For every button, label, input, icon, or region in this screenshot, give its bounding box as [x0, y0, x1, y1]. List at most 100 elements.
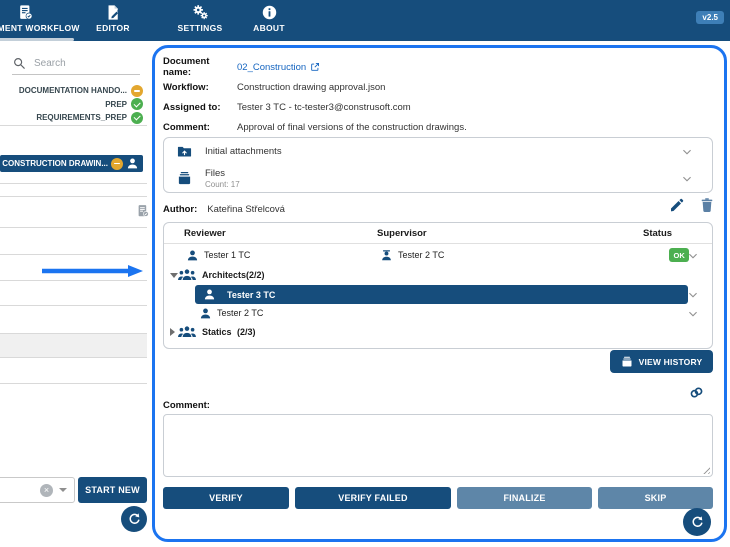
attachments-label: Initial attachments — [205, 146, 282, 157]
person-icon — [200, 308, 211, 319]
status-header: Status — [643, 228, 673, 239]
document-name-link[interactable]: 02_Construction — [237, 62, 320, 73]
field-label: Comment: — [163, 121, 210, 133]
field-label: Document name: — [163, 56, 210, 78]
tab-label: DOCUMENT WORKFLOW — [0, 23, 80, 33]
start-new-button[interactable]: START NEW — [78, 477, 147, 503]
reviewers-header: Reviewer Supervisor Status — [164, 223, 712, 244]
comment-textarea[interactable] — [163, 414, 713, 477]
files-drawer-icon — [178, 171, 191, 185]
reviewer-name: Tester 1 TC — [204, 250, 251, 260]
comment-label: Comment: — [163, 400, 210, 411]
clear-icon[interactable]: × — [40, 483, 53, 497]
document-name-text: 02_Construction — [237, 61, 307, 73]
group-row-architects[interactable]: Architects (2/2) — [164, 266, 712, 285]
sidebar-item-label: REQUIREMENTS_PREP — [36, 113, 127, 123]
sidebar-item-prep[interactable]: PREP — [0, 98, 147, 112]
view-history-button[interactable]: VIEW HISTORY — [610, 350, 713, 373]
selected-member-row[interactable]: Tester 3 TC — [195, 285, 688, 304]
attachments-card: Initial attachments Files Count: 17 — [163, 137, 713, 193]
sidebar-item-construction-drawings-selected[interactable]: CONSTRUCTION DRAWIN... — [0, 155, 143, 172]
divider — [0, 357, 147, 358]
pencil-icon[interactable] — [669, 197, 685, 213]
search-icon — [14, 58, 25, 69]
chevron-down-icon[interactable] — [687, 289, 699, 301]
panel-refresh-button[interactable] — [683, 508, 711, 536]
divider — [0, 305, 147, 306]
divider — [0, 183, 147, 184]
field-label: Assigned to: — [163, 101, 221, 113]
field-document-name: Document name: 02_Construction — [163, 56, 320, 78]
tab-editor[interactable]: EDITOR — [78, 4, 148, 33]
verify-button[interactable]: VERIFY — [163, 487, 289, 509]
reviewers-card: Reviewer Supervisor Status Tester 1 TC T… — [163, 222, 713, 349]
supervisor-header: Supervisor — [377, 228, 427, 239]
person-icon — [187, 250, 198, 261]
finalize-button[interactable]: FINALIZE — [457, 487, 592, 509]
filter-combobox[interactable]: × — [0, 477, 75, 503]
sidebar-item-requirements-prep[interactable]: REQUIREMENTS_PREP — [0, 111, 147, 125]
group-icon — [176, 324, 198, 340]
field-value: Construction drawing approval.json — [237, 81, 386, 93]
member-name: Tester 3 TC — [227, 289, 276, 300]
document-check-icon — [20, 5, 33, 20]
sidebar-item-label: DOCUMENTATION HANDO... — [18, 86, 127, 96]
search-row — [12, 56, 136, 70]
member-name: Tester 2 TC — [217, 308, 264, 318]
chevron-down-icon[interactable] — [687, 250, 699, 262]
initial-attachments-row[interactable]: Initial attachments — [164, 138, 712, 165]
view-history-label: VIEW HISTORY — [638, 356, 703, 367]
reviewer-row-tester1[interactable]: Tester 1 TC Tester 2 TC OK — [164, 246, 712, 266]
trash-icon[interactable] — [699, 197, 715, 213]
files-count: Count: 17 — [205, 180, 240, 189]
group-icon — [176, 267, 198, 283]
supervisor-icon — [382, 250, 391, 261]
person-icon — [127, 158, 138, 169]
arrow-right-indicator — [42, 265, 143, 277]
tab-settings[interactable]: SETTINGS — [158, 4, 242, 33]
chain-link-icon[interactable] — [688, 384, 705, 401]
divider — [0, 125, 147, 126]
search-input[interactable] — [32, 56, 136, 70]
sidebar-item-label: CONSTRUCTION DRAWIN... — [2, 159, 108, 168]
document-edit-icon — [108, 5, 119, 20]
chevron-down-icon[interactable] — [59, 488, 67, 492]
files-drawer-icon — [622, 356, 632, 366]
verify-failed-button[interactable]: VERIFY FAILED — [295, 487, 451, 509]
chevron-down-icon[interactable] — [681, 173, 693, 185]
sidebar-document-list: DOCUMENTATION HANDO... PREP REQUIREMENTS… — [0, 84, 147, 125]
chevron-down-icon[interactable] — [681, 146, 693, 158]
field-assigned-to: Assigned to: Tester 3 TC - tc-tester3@co… — [163, 99, 411, 115]
empty-row-highlight — [0, 333, 147, 357]
group-row-statics[interactable]: Statics (2/3) — [164, 323, 712, 342]
divider — [0, 333, 147, 334]
field-value: Approval of final versions of the constr… — [237, 121, 467, 133]
tab-about[interactable]: ABOUT — [244, 4, 294, 33]
folder-upload-icon — [177, 146, 192, 157]
version-badge: v2.5 — [696, 11, 724, 24]
tab-label: EDITOR — [96, 23, 130, 33]
sidebar-item-documentation-handover[interactable]: DOCUMENTATION HANDO... — [0, 84, 147, 98]
group-name: Statics — [202, 327, 232, 337]
info-circle-icon — [262, 5, 276, 20]
files-row[interactable]: Files Count: 17 — [164, 165, 712, 192]
author-row: Author: Kateřina Střelcová — [163, 200, 285, 218]
field-comment: Comment: Approval of final versions of t… — [163, 119, 467, 135]
workflow-detail-panel: Document name: 02_Construction Workflow:… — [152, 45, 727, 542]
divider — [0, 227, 147, 228]
gears-icon — [193, 5, 208, 20]
chevron-down-icon[interactable] — [687, 308, 699, 320]
refresh-icon — [692, 515, 702, 527]
group-name: Architects — [202, 270, 247, 280]
member-row-tester2[interactable]: Tester 2 TC — [164, 304, 712, 323]
skip-button[interactable]: SKIP — [598, 487, 713, 509]
sidebar-refresh-button[interactable] — [121, 506, 147, 532]
group-count: (2/3) — [237, 327, 256, 337]
minus-circle-icon — [131, 84, 143, 97]
check-circle-icon — [131, 111, 143, 124]
person-icon — [204, 289, 215, 300]
collapse-triangle-icon[interactable] — [170, 328, 175, 336]
workflow-document-icon — [136, 204, 150, 218]
sidebar-item-label: PREP — [105, 99, 127, 109]
top-toolbar: DOCUMENT WORKFLOW EDITOR SETTINGS — [0, 0, 730, 41]
